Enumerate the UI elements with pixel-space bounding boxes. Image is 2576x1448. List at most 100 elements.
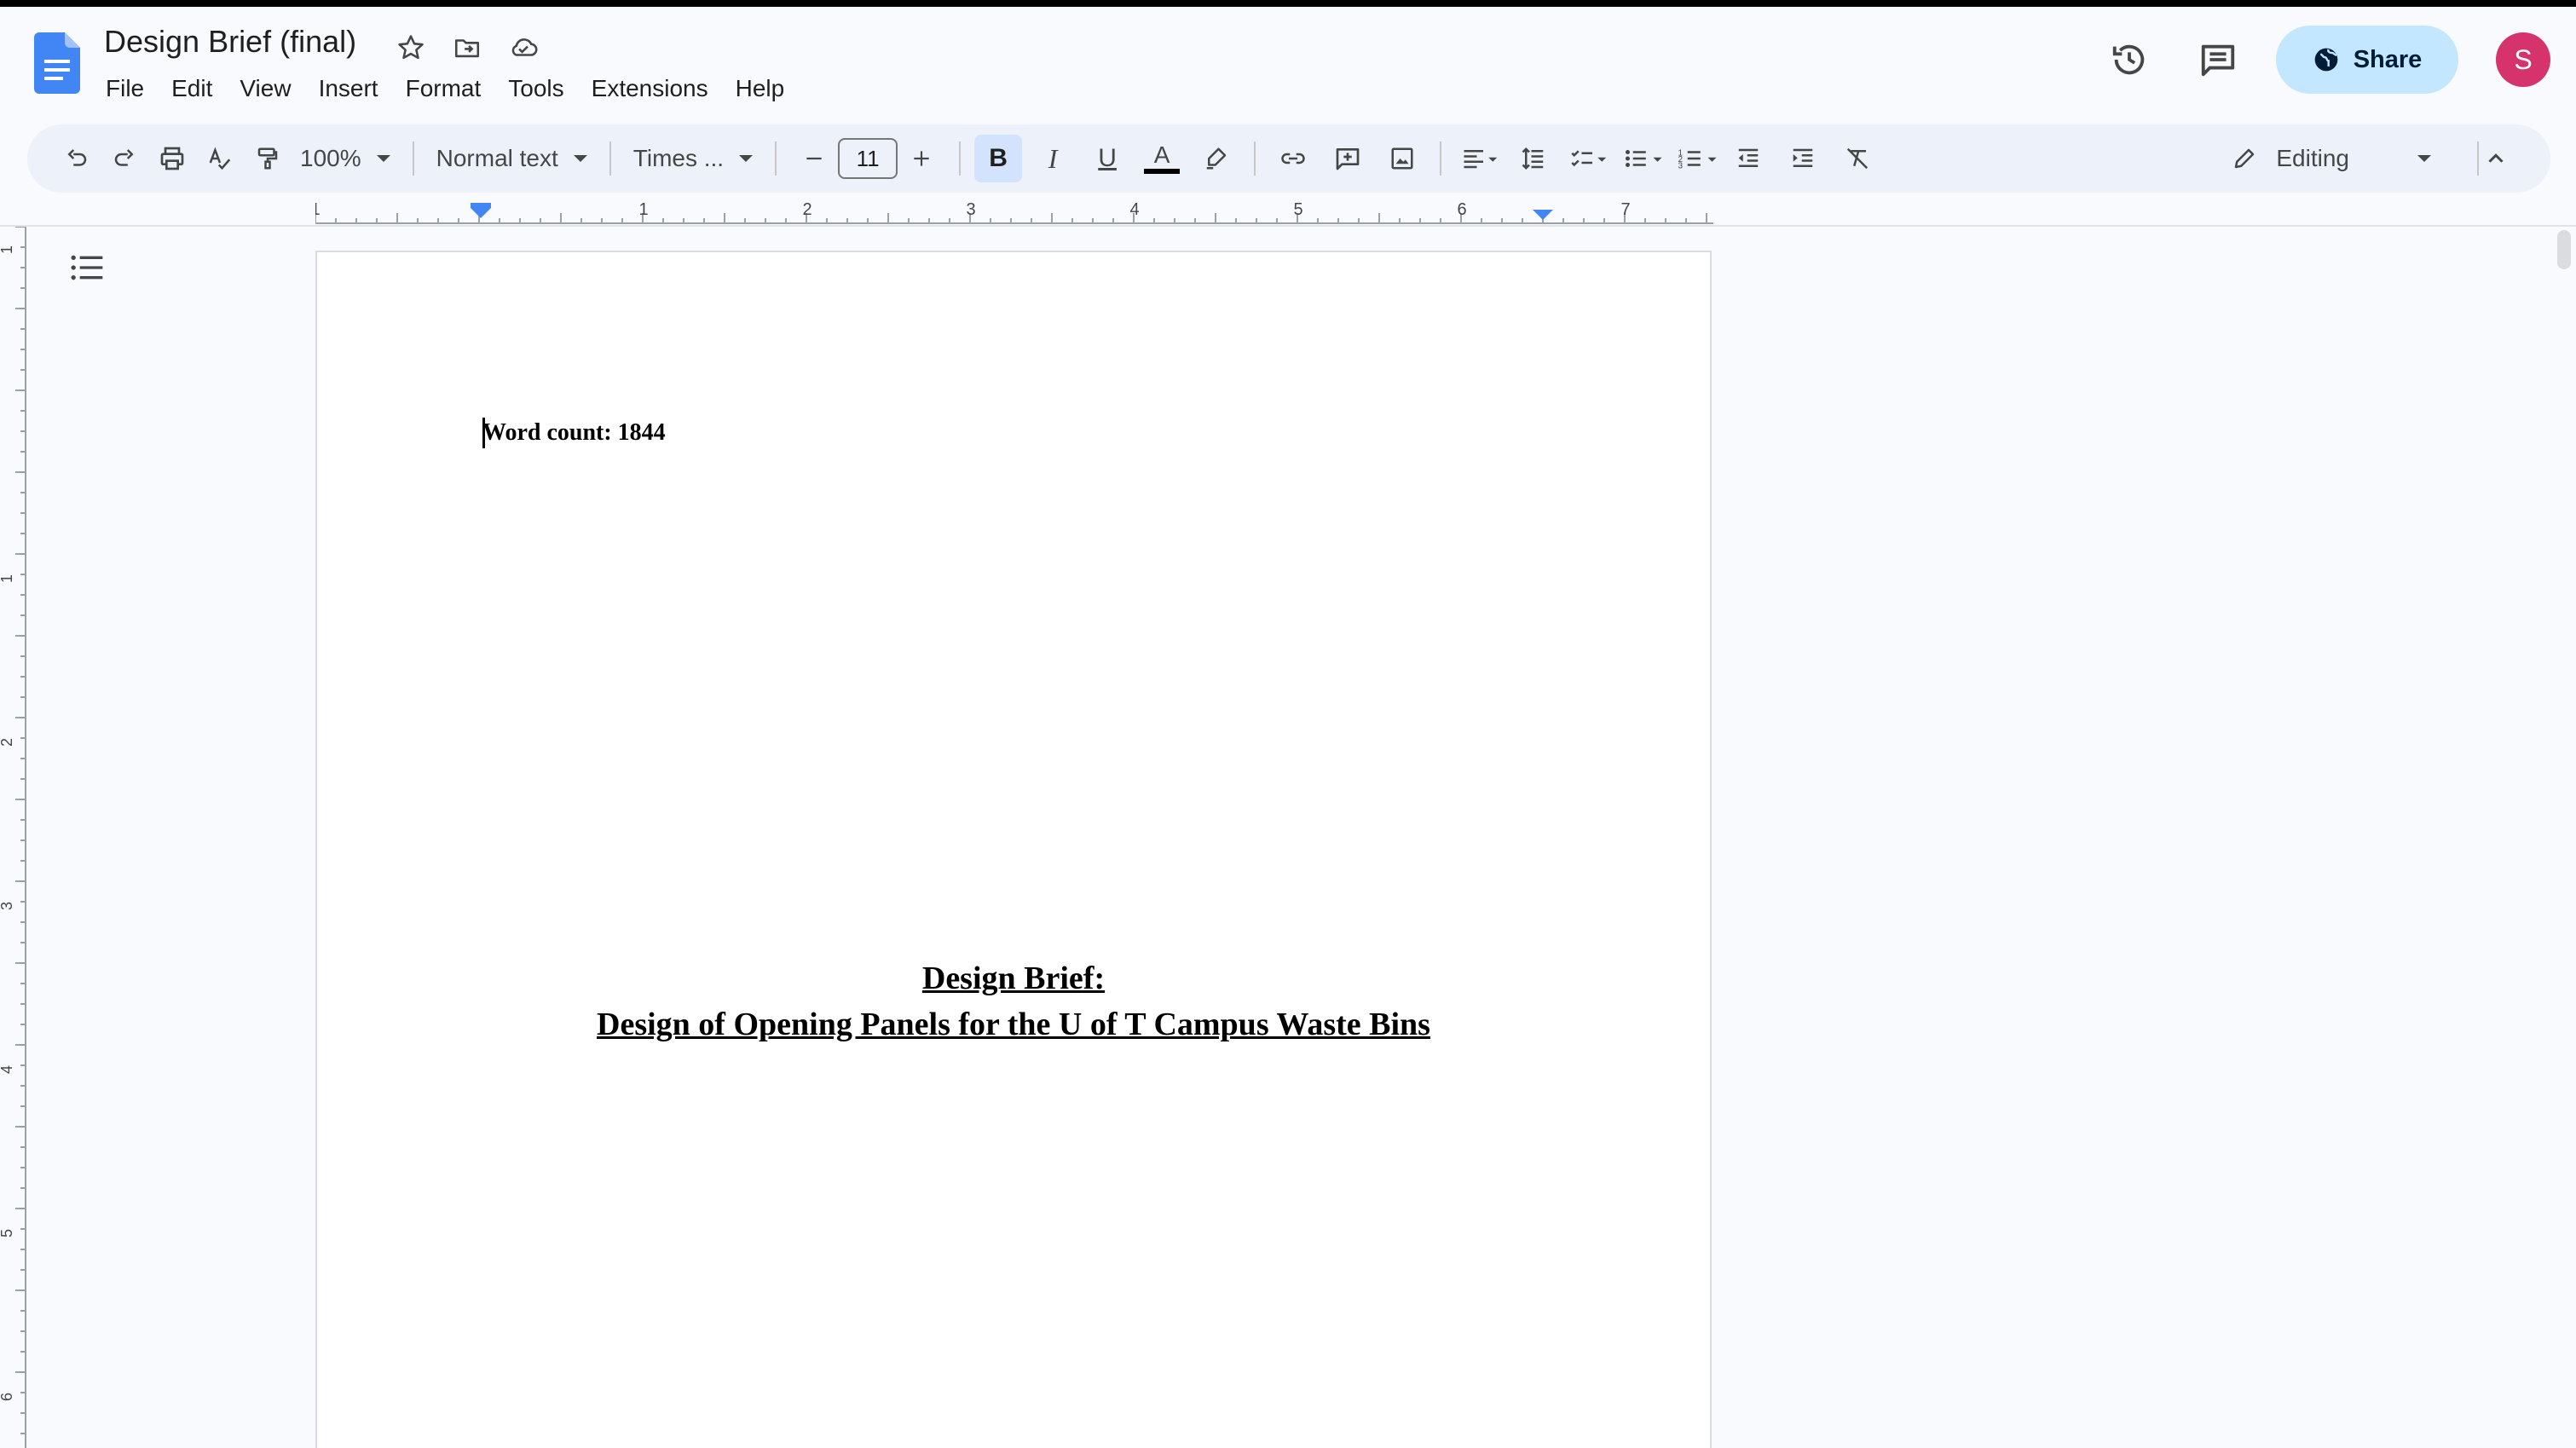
bold-label: B bbox=[989, 144, 1008, 172]
menu-tools[interactable]: Tools bbox=[494, 70, 577, 107]
ruler-label: 2 bbox=[0, 738, 15, 747]
version-history-icon[interactable] bbox=[2102, 32, 2157, 87]
pencil-icon bbox=[2235, 148, 2255, 169]
document-heading-line1[interactable]: Design Brief: bbox=[317, 960, 1710, 997]
ruler-label: 4 bbox=[1129, 200, 1139, 219]
style-value: Normal text bbox=[436, 145, 558, 171]
title-actions bbox=[392, 29, 542, 66]
document-title[interactable]: Design Brief (final) bbox=[104, 24, 356, 60]
numbered-list-icon[interactable]: 123 bbox=[1673, 135, 1721, 182]
italic-button[interactable]: I bbox=[1029, 135, 1077, 182]
font-size-input[interactable]: 11 bbox=[838, 138, 898, 179]
left-indent-marker[interactable] bbox=[471, 203, 491, 218]
horizontal-ruler[interactable]: 1 1 2 3 4 5 6 7 bbox=[315, 199, 1713, 227]
ruler-label: 1 bbox=[315, 200, 321, 219]
ruler-label: 1 bbox=[0, 574, 15, 583]
ruler-label: 1 bbox=[0, 245, 15, 254]
text-color-label: A bbox=[1153, 141, 1170, 168]
chevron-down-icon bbox=[376, 155, 390, 162]
print-icon[interactable] bbox=[148, 135, 196, 182]
align-left-icon[interactable] bbox=[1455, 135, 1503, 182]
star-icon[interactable] bbox=[392, 29, 430, 66]
vertical-ruler[interactable]: 1 1 2 3 4 5 6 bbox=[0, 227, 31, 1448]
menu-edit[interactable]: Edit bbox=[158, 70, 226, 107]
toolbar-divider bbox=[1440, 141, 1442, 176]
increase-indent-icon[interactable] bbox=[1779, 135, 1827, 182]
share-label: Share bbox=[2353, 45, 2423, 73]
zoom-select[interactable]: 100% bbox=[292, 135, 399, 182]
document-outline-icon[interactable] bbox=[63, 247, 111, 288]
document-page[interactable]: Word count: 1844 Design Brief: Design of… bbox=[315, 251, 1712, 1448]
undo-icon[interactable] bbox=[53, 135, 101, 182]
word-count-line[interactable]: Word count: 1844 bbox=[482, 419, 666, 447]
underline-label: U bbox=[1098, 144, 1117, 172]
line-spacing-icon[interactable] bbox=[1510, 135, 1557, 182]
menu-help[interactable]: Help bbox=[722, 70, 799, 107]
ruler-label: 4 bbox=[0, 1065, 15, 1074]
chevron-down-icon bbox=[573, 155, 587, 162]
font-select[interactable]: Times ... bbox=[625, 135, 761, 182]
ruler-label: 3 bbox=[0, 902, 15, 910]
toolbar-divider bbox=[775, 141, 777, 176]
redo-icon[interactable] bbox=[101, 135, 148, 182]
chevron-down-icon bbox=[739, 155, 754, 162]
decrease-font-size-icon[interactable] bbox=[790, 135, 838, 182]
bold-button[interactable]: B bbox=[974, 135, 1023, 182]
svg-text:3: 3 bbox=[1678, 161, 1684, 170]
paint-format-icon[interactable] bbox=[244, 135, 292, 182]
menubar: File Edit View Insert Format Tools Exten… bbox=[92, 70, 798, 107]
globe-icon bbox=[2314, 48, 2338, 72]
increase-font-size-icon[interactable] bbox=[898, 135, 945, 182]
toolbar: 100% Normal text Times ... 11 B I U A 1 … bbox=[27, 124, 2550, 193]
style-select[interactable]: Normal text bbox=[428, 135, 596, 182]
vertical-scrollbar[interactable] bbox=[2557, 230, 2571, 269]
menu-insert[interactable]: Insert bbox=[305, 70, 392, 107]
ruler-label: 7 bbox=[1620, 200, 1630, 219]
ruler-label: 5 bbox=[1293, 200, 1302, 219]
menu-view[interactable]: View bbox=[226, 70, 304, 107]
docs-logo-icon[interactable] bbox=[34, 32, 80, 94]
right-indent-marker[interactable] bbox=[1533, 210, 1553, 220]
avatar[interactable]: S bbox=[2496, 32, 2550, 87]
zoom-value: 100% bbox=[300, 145, 361, 171]
chevron-down-icon bbox=[2417, 155, 2431, 162]
spellcheck-icon[interactable] bbox=[196, 135, 244, 182]
menu-extensions[interactable]: Extensions bbox=[578, 70, 722, 107]
toolbar-divider bbox=[412, 141, 414, 176]
text-color-swatch bbox=[1144, 169, 1181, 174]
ruler-label: 3 bbox=[966, 200, 975, 219]
share-button[interactable]: Share bbox=[2276, 26, 2458, 94]
menu-file[interactable]: File bbox=[92, 70, 158, 107]
link-icon[interactable] bbox=[1269, 135, 1317, 182]
header: Design Brief (final) File Edit View Inse… bbox=[0, 7, 2576, 118]
editing-mode-label: Editing bbox=[2276, 145, 2349, 171]
comments-icon[interactable] bbox=[2191, 32, 2245, 87]
highlight-icon[interactable] bbox=[1193, 135, 1240, 182]
checklist-icon[interactable] bbox=[1564, 135, 1612, 182]
menu-format[interactable]: Format bbox=[392, 70, 495, 107]
chevron-up-icon[interactable] bbox=[2472, 135, 2520, 182]
ruler-label: 6 bbox=[0, 1393, 15, 1401]
editing-mode-select[interactable]: Editing bbox=[2232, 135, 2431, 182]
text-color-button[interactable]: A bbox=[1138, 135, 1186, 182]
italic-label: I bbox=[1048, 142, 1058, 174]
toolbar-divider bbox=[1254, 141, 1256, 176]
ruler-label: 1 bbox=[638, 200, 648, 219]
ruler-label: 5 bbox=[0, 1229, 15, 1237]
underline-button[interactable]: U bbox=[1083, 135, 1131, 182]
clear-formatting-icon[interactable] bbox=[1834, 135, 1881, 182]
header-actions: Share S bbox=[2102, 26, 2550, 94]
move-folder-icon[interactable] bbox=[448, 29, 486, 66]
decrease-indent-icon[interactable] bbox=[1724, 135, 1772, 182]
docs-app: Design Brief (final) File Edit View Inse… bbox=[0, 0, 2576, 1448]
ruler-label: 6 bbox=[1457, 200, 1466, 219]
font-value: Times ... bbox=[632, 145, 725, 171]
toolbar-divider bbox=[609, 141, 611, 176]
add-comment-icon[interactable] bbox=[1324, 135, 1372, 182]
cloud-saved-icon[interactable] bbox=[505, 29, 542, 66]
insert-image-icon[interactable] bbox=[1378, 135, 1426, 182]
bulleted-list-icon[interactable] bbox=[1619, 135, 1666, 182]
ruler-label: 2 bbox=[802, 200, 811, 219]
document-heading-line2[interactable]: Design of Opening Panels for the U of T … bbox=[317, 1006, 1710, 1043]
toolbar-divider bbox=[959, 141, 962, 176]
